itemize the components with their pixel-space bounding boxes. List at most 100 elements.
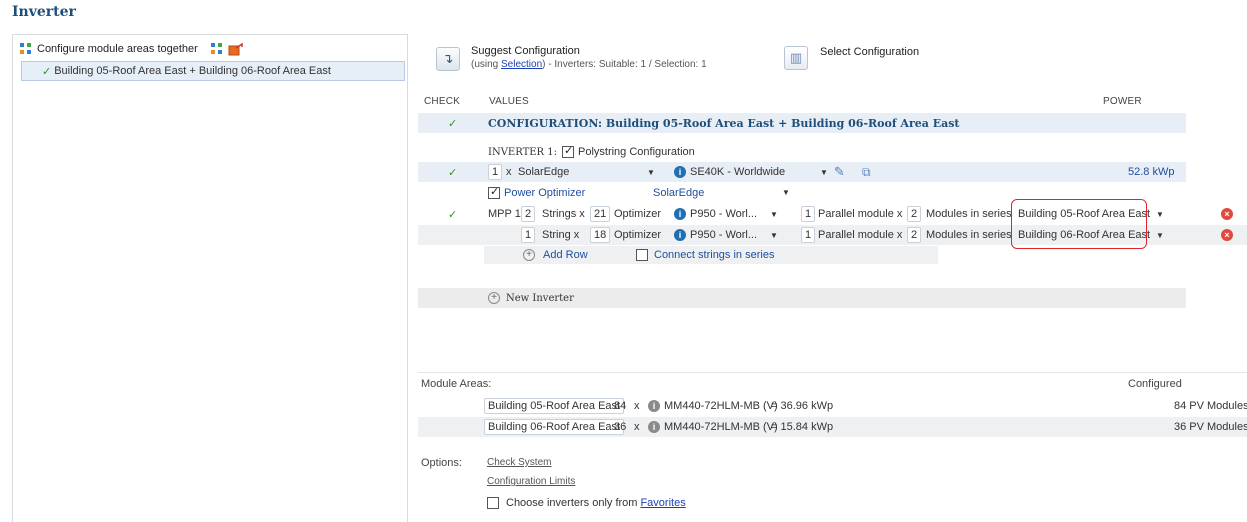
- suggest-info: (using Selection) - Inverters: Suitable:…: [471, 59, 707, 70]
- check-icon: ✓: [448, 208, 458, 221]
- module-areas-label: Module Areas:: [421, 378, 492, 390]
- optimizer-model[interactable]: P950 - Worl...: [690, 229, 757, 241]
- module-area-row: Building 06-Roof Area East 36 x i MM440-…: [418, 417, 1247, 437]
- optimizer-label: Optimizer: [614, 229, 662, 241]
- suggest-configuration-title: Suggest Configuration: [471, 45, 580, 57]
- optimizer-manufacturer[interactable]: SolarEdge: [653, 187, 704, 199]
- configuration-panel: ↴ Suggest Configuration (using Selection…: [418, 34, 1247, 522]
- new-inverter-label[interactable]: New Inverter: [506, 293, 574, 304]
- configuration-row: ✓ CONFIGURATION: Building 05-Roof Area E…: [418, 113, 1186, 133]
- optimizer-count-field[interactable]: 18: [590, 227, 611, 243]
- ungroup-modules-icon[interactable]: [228, 42, 244, 56]
- add-row-link[interactable]: Add Row: [543, 249, 588, 261]
- module-power: = 36.96 kWp: [771, 400, 834, 412]
- optimizer-label: Optimizer: [614, 208, 662, 220]
- module-group-icon: [20, 43, 31, 54]
- suggest-configuration-button[interactable]: ↴: [436, 47, 460, 71]
- tree-item-label: Building 05-Roof Area East + Building 06…: [54, 65, 331, 77]
- add-row-icon[interactable]: +: [523, 249, 535, 261]
- string-count-field[interactable]: 1: [521, 227, 536, 243]
- selection-link[interactable]: Selection: [501, 59, 542, 70]
- module-count: 84: [614, 400, 627, 412]
- mpp-label: MPP 1:: [488, 208, 524, 220]
- favorites-only-label: Choose inverters only from: [506, 497, 638, 509]
- area-dropdown-icon[interactable]: ▼: [1156, 231, 1164, 240]
- model-dropdown-icon[interactable]: ▼: [820, 168, 828, 177]
- suggest-arrow-icon: ↴: [442, 51, 454, 66]
- configuration-limits-link[interactable]: Configuration Limits: [487, 476, 575, 487]
- tree-item-selected[interactable]: ✓ Building 05-Roof Area East + Building …: [21, 61, 405, 81]
- module-x: x: [634, 421, 640, 433]
- check-icon: ✓: [448, 117, 458, 130]
- delete-row-icon[interactable]: ×: [1221, 208, 1233, 220]
- module-count: 36: [614, 421, 627, 433]
- col-values: VALUES: [489, 96, 529, 107]
- inverter-x: x: [506, 166, 512, 178]
- highlight-box: [1011, 199, 1147, 249]
- strings-label: Strings x: [542, 208, 585, 220]
- connect-series-checkbox[interactable]: [636, 249, 648, 261]
- datasheet-icon[interactable]: ⧉: [862, 165, 871, 180]
- module-area-name[interactable]: Building 06-Roof Area East: [484, 419, 625, 435]
- series-field[interactable]: 2: [907, 206, 922, 222]
- info-icon[interactable]: i: [674, 229, 686, 241]
- info-icon[interactable]: i: [674, 208, 686, 220]
- polystring-checkbox[interactable]: [561, 144, 574, 158]
- inverter-model[interactable]: SE40K - Worldwide: [690, 166, 785, 178]
- series-field[interactable]: 2: [907, 227, 922, 243]
- select-configuration-title: Select Configuration: [820, 46, 920, 58]
- manufacturer-dropdown-icon[interactable]: ▼: [647, 168, 655, 177]
- favorites-only-checkbox[interactable]: [487, 497, 499, 509]
- parallel-label: Parallel module x: [818, 229, 903, 241]
- module-power: = 15.84 kWp: [771, 421, 834, 433]
- inverter-qty-field[interactable]: 1: [488, 164, 503, 180]
- parallel-field[interactable]: 1: [801, 206, 816, 222]
- optimizer-model-dropdown-icon[interactable]: ▼: [770, 210, 778, 219]
- favorites-link[interactable]: Favorites: [640, 497, 685, 509]
- parallel-field[interactable]: 1: [801, 227, 816, 243]
- optimizer-model-dropdown-icon[interactable]: ▼: [770, 231, 778, 240]
- module-area-row: Building 05-Roof Area East 84 x i MM440-…: [418, 396, 1247, 416]
- module-area-name[interactable]: Building 05-Roof Area East: [484, 398, 625, 414]
- string-count-field[interactable]: 2: [521, 206, 536, 222]
- info-icon[interactable]: i: [648, 421, 660, 433]
- inverter-label: INVERTER 1:: [488, 146, 557, 158]
- new-inverter-icon[interactable]: +: [488, 292, 500, 304]
- table-icon: ▥: [789, 50, 803, 65]
- module-type: MM440-72HLM-MB (V): [664, 400, 778, 412]
- info-icon[interactable]: i: [674, 166, 686, 178]
- polystring-label: Polystring Configuration: [577, 146, 695, 158]
- connect-series-label: Connect strings in series: [654, 249, 775, 261]
- inverter-power: 52.8 kWp: [1128, 166, 1175, 178]
- optimizer-dropdown-icon[interactable]: ▼: [782, 188, 790, 197]
- check-system-link[interactable]: Check System: [487, 457, 551, 468]
- new-inverter-row[interactable]: + New Inverter: [418, 288, 1186, 308]
- edit-inverter-icon[interactable]: ✎: [834, 164, 845, 180]
- check-icon: ✓: [448, 166, 458, 179]
- page-title: Inverter: [12, 4, 76, 20]
- optimizer-count-field[interactable]: 21: [590, 206, 611, 222]
- tree-root[interactable]: Configure module areas together: [19, 41, 244, 57]
- col-check: CHECK: [424, 96, 461, 107]
- delete-row-icon[interactable]: ×: [1221, 229, 1233, 241]
- check-icon: ✓: [42, 65, 52, 78]
- power-optimizer-label: Power Optimizer: [504, 187, 586, 199]
- module-x: x: [634, 400, 640, 412]
- tree-root-label: Configure module areas together: [37, 43, 198, 55]
- series-label: Modules in series: [926, 208, 1012, 220]
- module-area-tree: Configure module areas together ✓ Buildi…: [12, 34, 408, 522]
- configured-label: Configured: [1128, 378, 1182, 390]
- configured-count: 84 PV Modules: [1174, 400, 1247, 412]
- inverter-row: ✓ 1 x SolarEdge ▼ i SE40K - Worldwide ▼ …: [418, 162, 1186, 182]
- info-icon[interactable]: i: [648, 400, 660, 412]
- configured-count: 36 PV Modules: [1174, 421, 1247, 433]
- optimizer-model[interactable]: P950 - Worl...: [690, 208, 757, 220]
- area-dropdown-icon[interactable]: ▼: [1156, 210, 1164, 219]
- parallel-label: Parallel module x: [818, 208, 903, 220]
- options-label: Options:: [421, 457, 462, 469]
- inverter-manufacturer[interactable]: SolarEdge: [518, 166, 569, 178]
- select-configuration-button[interactable]: ▥: [784, 46, 808, 70]
- group-modules-icon[interactable]: [210, 42, 224, 56]
- power-optimizer-checkbox[interactable]: [488, 185, 500, 199]
- strings-label: String x: [542, 229, 580, 241]
